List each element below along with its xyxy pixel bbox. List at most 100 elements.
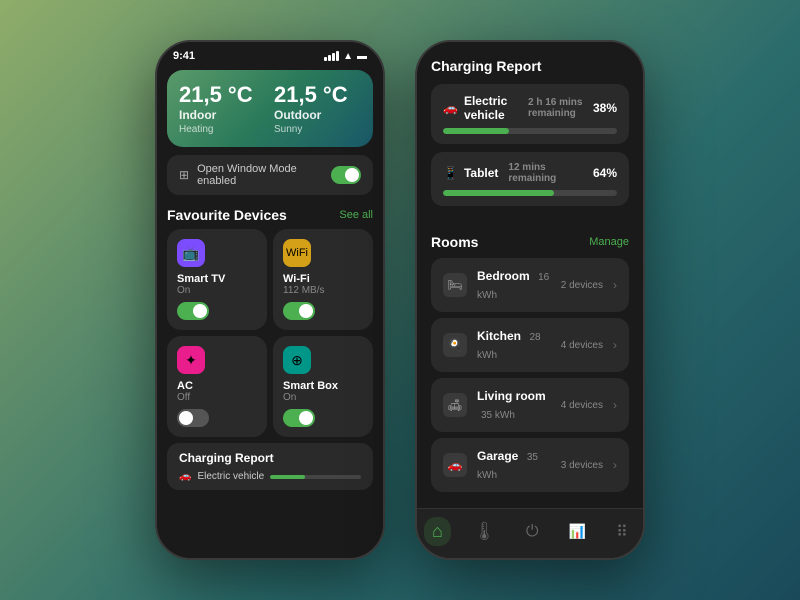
smartbox-status: On <box>283 392 363 403</box>
favourite-header: Favourite Devices See all <box>157 203 383 229</box>
battery-icon: ▬ <box>357 51 367 62</box>
garage-name: Garage <box>477 449 518 463</box>
home-icon: ⌂ <box>432 521 443 542</box>
smartbox-icon: ⊕ <box>283 346 311 374</box>
ac-toggle[interactable] <box>177 409 209 427</box>
rooms-header: Rooms Manage <box>431 234 629 250</box>
indoor-label: Indoor <box>179 108 266 122</box>
kitchen-devices: 4 devices <box>561 340 603 351</box>
window-icon: ⊞ <box>179 168 189 182</box>
kitchen-info: Kitchen 28 kWh <box>477 327 551 363</box>
charging-tablet-name: 📱 Tablet 12 mins remaining <box>443 162 593 184</box>
window-mode-label-area: ⊞ Open Window Mode enabled <box>179 163 331 187</box>
kitchen-icon: 🍳 <box>443 333 467 357</box>
outdoor-sub: Sunny <box>274 124 361 135</box>
room-bedroom[interactable]: 🛏 Bedroom 16 kWh 2 devices › <box>431 258 629 312</box>
wifi-icon: ▲ <box>343 51 353 62</box>
bedroom-name: Bedroom <box>477 269 530 283</box>
living-info: Living room 35 kWh <box>477 387 551 423</box>
bottom-nav: ⌂ 🌡 ⏻ 📊 ⠿ <box>417 508 643 558</box>
power-icon: ⏻ <box>526 523 539 541</box>
charging-mini-item: 🚗 Electric vehicle <box>179 471 361 482</box>
nav-temperature[interactable]: 🌡 <box>465 517 504 546</box>
wifi-device-icon: WiFi <box>283 239 311 267</box>
smarttv-toggle[interactable] <box>177 302 209 320</box>
phone-right: Charging Report 🚗 Electric vehicle 2 h 1… <box>415 40 645 560</box>
rooms-title: Rooms <box>431 234 478 250</box>
ev-time: 2 h 16 mins remaining <box>528 97 593 119</box>
stats-icon: 📊 <box>569 523 586 540</box>
tablet-progress-fill <box>443 190 554 196</box>
garage-devices: 3 devices <box>561 460 603 471</box>
status-bar: 9:41 ▲ ▬ <box>157 42 383 66</box>
living-icon: 🛋 <box>443 393 467 417</box>
living-devices: 4 devices <box>561 400 603 411</box>
window-mode-toggle[interactable] <box>331 166 361 184</box>
bedroom-devices: 2 devices <box>561 280 603 291</box>
smartbox-name: Smart Box <box>283 380 363 392</box>
ac-name: AC <box>177 380 257 392</box>
smarttv-status: On <box>177 285 257 296</box>
charging-ev: 🚗 Electric vehicle 2 h 16 mins remaining… <box>431 84 629 144</box>
ev-progress-mini <box>270 475 361 479</box>
room-kitchen[interactable]: 🍳 Kitchen 28 kWh 4 devices › <box>431 318 629 372</box>
nav-home[interactable]: ⌂ <box>424 517 451 546</box>
bedroom-chevron: › <box>613 278 617 292</box>
charging-ev-name: 🚗 Electric vehicle 2 h 16 mins remaining <box>443 94 593 122</box>
wifi-device-name: Wi-Fi <box>283 273 363 285</box>
nav-power[interactable]: ⏻ <box>518 519 547 545</box>
weather-indoor: 21,5 °C Indoor Heating <box>179 82 266 135</box>
room-living[interactable]: 🛋 Living room 35 kWh 4 devices › <box>431 378 629 432</box>
device-card-ac[interactable]: ✦ AC Off <box>167 336 267 437</box>
devices-grid: 📺 Smart TV On WiFi Wi-Fi 112 MB/s ✦ AC O… <box>157 229 383 437</box>
see-all-link[interactable]: See all <box>339 209 373 221</box>
rooms-section: Rooms Manage 🛏 Bedroom 16 kWh 2 devices … <box>417 224 643 508</box>
tablet-progress-bar <box>443 190 617 196</box>
rooms-manage[interactable]: Manage <box>589 236 629 248</box>
devices-icon: ⠿ <box>616 522 628 542</box>
kitchen-name: Kitchen <box>477 329 521 343</box>
nav-devices[interactable]: ⠿ <box>608 518 636 546</box>
device-card-smarttv[interactable]: 📺 Smart TV On <box>167 229 267 330</box>
bedroom-icon: 🛏 <box>443 273 467 297</box>
tablet-time: 12 mins remaining <box>508 162 593 184</box>
charging-mini-title: Charging Report <box>179 451 361 465</box>
living-chevron: › <box>613 398 617 412</box>
favourite-title: Favourite Devices <box>167 207 287 223</box>
tablet-icon: 📱 <box>443 166 458 180</box>
ev-fill-mini <box>270 475 305 479</box>
wifi-device-status: 112 MB/s <box>283 285 363 296</box>
charging-mini: Charging Report 🚗 Electric vehicle <box>167 443 373 490</box>
nav-stats[interactable]: 📊 <box>561 519 594 544</box>
charging-tablet-header: 📱 Tablet 12 mins remaining 64% <box>443 162 617 184</box>
wifi-toggle[interactable] <box>283 302 315 320</box>
bedroom-info: Bedroom 16 kWh <box>477 267 551 303</box>
signal-icon <box>324 51 339 61</box>
ac-icon: ✦ <box>177 346 205 374</box>
outdoor-temp: 21,5 °C <box>274 82 361 108</box>
device-card-wifi[interactable]: WiFi Wi-Fi 112 MB/s <box>273 229 373 330</box>
ev-progress-bar <box>443 128 617 134</box>
time-label: 9:41 <box>173 50 195 62</box>
window-mode-label: Open Window Mode enabled <box>197 163 331 187</box>
ev-icon: 🚗 <box>443 101 458 115</box>
phones-container: 9:41 ▲ ▬ 21,5 °C Indoor Hea <box>155 40 645 560</box>
device-card-smartbox[interactable]: ⊕ Smart Box On <box>273 336 373 437</box>
garage-icon: 🚗 <box>443 453 467 477</box>
smartbox-toggle[interactable] <box>283 409 315 427</box>
indoor-temp: 21,5 °C <box>179 82 266 108</box>
ev-name-mini: Electric vehicle <box>197 471 264 482</box>
ac-status: Off <box>177 392 257 403</box>
living-name: Living room <box>477 389 546 403</box>
indoor-sub: Heating <box>179 124 266 135</box>
ev-progress-fill <box>443 128 509 134</box>
ev-icon-mini: 🚗 <box>179 471 191 482</box>
left-screen: 9:41 ▲ ▬ 21,5 °C Indoor Hea <box>157 42 383 558</box>
window-mode-row[interactable]: ⊞ Open Window Mode enabled <box>167 155 373 195</box>
charging-ev-header: 🚗 Electric vehicle 2 h 16 mins remaining… <box>443 94 617 122</box>
weather-card: 21,5 °C Indoor Heating 21,5 °C Outdoor S… <box>167 70 373 147</box>
ev-pct: 38% <box>593 101 617 115</box>
room-garage[interactable]: 🚗 Garage 35 kWh 3 devices › <box>431 438 629 492</box>
temperature-icon: 🌡 <box>473 521 496 542</box>
kitchen-chevron: › <box>613 338 617 352</box>
